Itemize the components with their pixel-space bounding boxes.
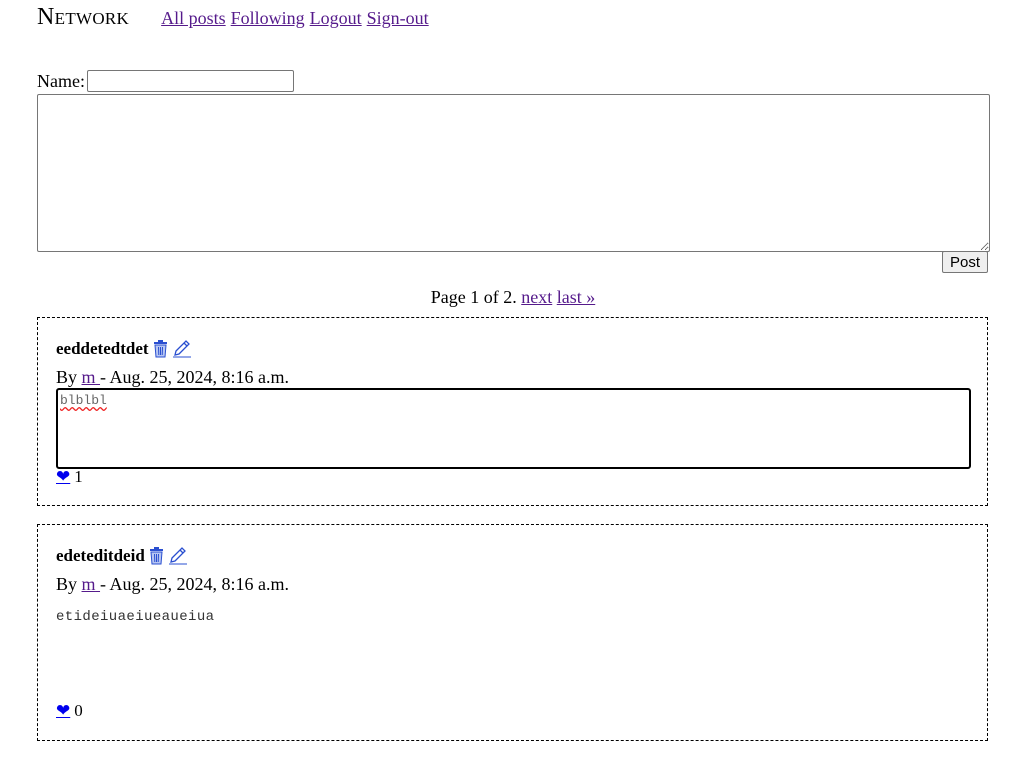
next-page-link[interactable]: next: [521, 287, 552, 307]
like-row: ❤ 0: [56, 701, 83, 721]
post-title-text: edeteditdeid: [56, 546, 145, 565]
by-label: By: [56, 367, 78, 387]
by-label: By: [56, 574, 78, 594]
edit-post-text[interactable]: blblbl: [60, 393, 107, 408]
post-date: - Aug. 25, 2024, 8:16 a.m.: [100, 574, 290, 594]
post-date: - Aug. 25, 2024, 8:16 a.m.: [100, 367, 290, 387]
nav-logout[interactable]: Logout: [310, 8, 362, 29]
navbar: Network All posts Following Logout Sign-…: [37, 4, 434, 38]
pencil-icon[interactable]: [172, 340, 192, 358]
author-name[interactable]: m: [82, 367, 96, 387]
edit-post-textarea[interactable]: blblbl: [56, 388, 971, 469]
pagination-status: Page 1 of 2.: [430, 287, 517, 307]
pencil-icon[interactable]: [168, 547, 188, 565]
brand[interactable]: Network: [37, 4, 129, 31]
post-body-textarea[interactable]: [37, 94, 990, 252]
author-link[interactable]: m: [82, 574, 101, 594]
post-meta: By m - Aug. 25, 2024, 8:16 a.m.: [56, 574, 289, 595]
nav-all-posts[interactable]: All posts: [161, 8, 226, 29]
post-button[interactable]: Post: [942, 251, 988, 273]
trash-icon[interactable]: [153, 340, 168, 358]
post-card: eeddetedtdet By m - Aug. 25, 2024, 8:16 …: [37, 317, 988, 506]
post-body: etideiuaeiueaueiua: [56, 609, 215, 625]
post-title-text: eeddetedtdet: [56, 339, 149, 358]
heart-icon[interactable]: ❤: [56, 701, 70, 721]
pagination: Page 1 of 2. next last »: [0, 287, 1026, 308]
last-page-link[interactable]: last »: [557, 287, 596, 307]
name-input[interactable]: [86, 70, 294, 92]
post-title: edeteditdeid: [56, 546, 188, 566]
heart-icon[interactable]: ❤: [56, 467, 70, 487]
name-label: Name:: [37, 70, 85, 91]
author-link[interactable]: m: [82, 367, 101, 387]
author-name[interactable]: m: [82, 574, 96, 594]
nav-following[interactable]: Following: [231, 8, 305, 29]
trash-icon[interactable]: [149, 547, 164, 565]
name-row: Name:: [37, 70, 294, 92]
post-title: eeddetedtdet: [56, 339, 192, 359]
nav-sign-out[interactable]: Sign-out: [367, 8, 429, 29]
post-card: edeteditdeid By m - Aug. 25, 2024, 8:16 …: [37, 524, 988, 741]
post-meta: By m - Aug. 25, 2024, 8:16 a.m.: [56, 367, 289, 388]
like-count: 0: [74, 701, 83, 720]
like-count: 1: [74, 467, 83, 486]
like-row: ❤ 1: [56, 467, 83, 487]
